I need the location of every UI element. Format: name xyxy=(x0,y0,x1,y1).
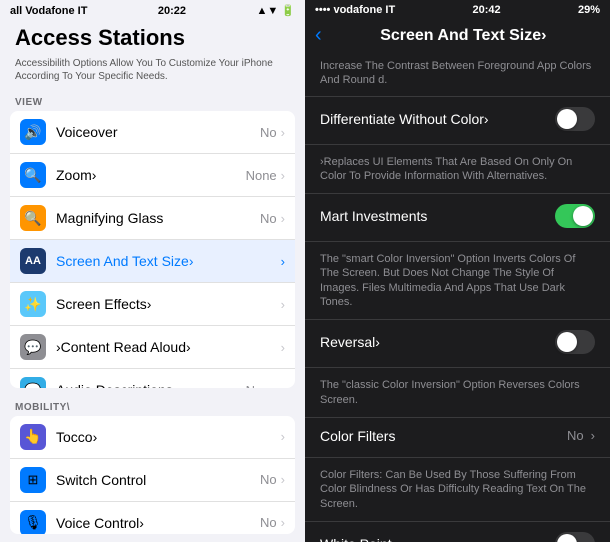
right-item-color-filters[interactable]: Color Filters No › xyxy=(305,418,610,458)
left-battery: ▲▼ 🔋 xyxy=(256,4,295,17)
right-item-reversal[interactable]: Reversal› xyxy=(305,320,610,368)
content-read-label: ›Content Read Aloud› xyxy=(56,339,281,355)
menu-item-screen-effects[interactable]: ✨ Screen Effects› › xyxy=(10,283,295,326)
zoom-value: None xyxy=(246,168,277,183)
right-battery: 29% xyxy=(578,4,600,16)
back-button[interactable]: ‹ xyxy=(315,24,322,47)
white-point-toggle[interactable] xyxy=(555,532,595,542)
voiceover-label: Voiceover xyxy=(56,124,260,140)
mobility-section-label: MOBILITY\ xyxy=(0,396,305,416)
color-filters-title: Color Filters xyxy=(320,428,395,444)
menu-item-content-read[interactable]: 💬 ›Content Read Aloud› › xyxy=(10,326,295,369)
screen-text-icon: AA xyxy=(20,248,46,274)
color-filters-desc-text: Color Filters: Can Be Used By Those Suff… xyxy=(320,468,595,511)
mart-desc-text: The "smart Color Inversion" Option Inver… xyxy=(320,252,595,309)
voiceover-icon: 🔊 xyxy=(20,119,46,145)
right-item-reversal-desc: The "classic Color Inversion" Option Rev… xyxy=(305,368,610,418)
content-read-icon: 💬 xyxy=(20,334,46,360)
right-item-diff-color-desc: ›Replaces UI Elements That Are Based On … xyxy=(305,145,610,195)
menu-item-voice-control[interactable]: 🎙 Voice Control› No › xyxy=(10,502,295,534)
right-status-bar: •••• vodafone IT 20:42 29% xyxy=(305,0,610,20)
right-time: 20:42 xyxy=(473,4,501,16)
voice-control-icon: 🎙 xyxy=(20,510,46,534)
right-item-diff-color[interactable]: Differentiate Without Color› xyxy=(305,97,610,145)
reversal-toggle[interactable] xyxy=(555,330,595,354)
screen-effects-label: Screen Effects› xyxy=(56,296,281,312)
screen-text-label: Screen And Text Size› xyxy=(56,253,281,269)
right-item-color-filters-desc: Color Filters: Can Be Used By Those Suff… xyxy=(305,458,610,522)
screen-text-chevron: › xyxy=(281,254,285,269)
white-point-knob xyxy=(557,534,577,542)
screen-effects-chevron: › xyxy=(281,297,285,312)
menu-item-screen-text[interactable]: AA Screen And Text Size› › xyxy=(10,240,295,283)
audio-desc-icon: 💬 xyxy=(20,377,46,388)
tocco-icon: 👆 xyxy=(20,424,46,450)
audio-desc-value: None xyxy=(246,383,277,388)
menu-item-magnifying[interactable]: 🔍 Magnifying Glass No › xyxy=(10,197,295,240)
voiceover-value: No xyxy=(260,125,277,140)
audio-desc-chevron: › xyxy=(281,383,285,388)
voice-control-value: No xyxy=(260,515,277,530)
diff-color-title: Differentiate Without Color› xyxy=(320,111,489,127)
right-carrier: •••• vodafone IT xyxy=(315,4,395,16)
white-point-title: White Point› xyxy=(320,536,396,542)
magnifying-label: Magnifying Glass xyxy=(56,210,260,226)
magnifying-chevron: › xyxy=(281,211,285,226)
tocco-chevron: › xyxy=(281,429,285,444)
menu-item-audio-desc[interactable]: 💬 Audio Descriptions› None › xyxy=(10,369,295,388)
left-status-bar: all Vodafone IT 20:22 ▲▼ 🔋 xyxy=(0,0,305,21)
diff-color-toggle[interactable] xyxy=(555,107,595,131)
switch-control-icon: ⊞ xyxy=(20,467,46,493)
menu-item-zoom[interactable]: 🔍 Zoom› None › xyxy=(10,154,295,197)
screen-effects-icon: ✨ xyxy=(20,291,46,317)
view-menu-group: 🔊 Voiceover No › 🔍 Zoom› None › 🔍 Magnif… xyxy=(10,111,295,388)
right-item-mart-desc: The "smart Color Inversion" Option Inver… xyxy=(305,242,610,320)
switch-control-value: No xyxy=(260,472,277,487)
audio-desc-label: Audio Descriptions› xyxy=(56,382,246,388)
reversal-knob xyxy=(557,332,577,352)
color-filters-value: No xyxy=(567,428,584,443)
zoom-icon: 🔍 xyxy=(20,162,46,188)
reversal-desc-text: The "classic Color Inversion" Option Rev… xyxy=(320,378,595,407)
left-carrier: all Vodafone IT xyxy=(10,5,87,17)
left-page-title: Access Stations xyxy=(0,21,305,53)
magnifying-icon: 🔍 xyxy=(20,205,46,231)
menu-item-voiceover[interactable]: 🔊 Voiceover No › xyxy=(10,111,295,154)
magnifying-value: No xyxy=(260,211,277,226)
reversal-title: Reversal› xyxy=(320,334,380,350)
zoom-label: Zoom› xyxy=(56,167,246,183)
zoom-chevron: › xyxy=(281,168,285,183)
view-section-label: VIEW xyxy=(0,91,305,111)
right-nav-bar: ‹ Screen And Text Size› xyxy=(305,20,610,53)
switch-control-chevron: › xyxy=(281,472,285,487)
diff-color-desc-text: ›Replaces UI Elements That Are Based On … xyxy=(320,155,595,184)
left-subtitle: Accessibilith Options Allow You To Custo… xyxy=(0,53,305,91)
content-read-chevron: › xyxy=(281,340,285,355)
voice-control-chevron: › xyxy=(281,515,285,530)
menu-item-tocco[interactable]: 👆 Tocco› › xyxy=(10,416,295,459)
mart-toggle[interactable] xyxy=(555,204,595,228)
left-panel: all Vodafone IT 20:22 ▲▼ 🔋 Access Statio… xyxy=(0,0,305,542)
top-desc-text: Increase The Contrast Between Foreground… xyxy=(320,59,595,88)
right-panel: •••• vodafone IT 20:42 29% ‹ Screen And … xyxy=(305,0,610,542)
tocco-label: Tocco› xyxy=(56,429,281,445)
mart-title: Mart Investments xyxy=(320,208,427,224)
right-item-white-point[interactable]: White Point› xyxy=(305,522,610,542)
right-content: Increase The Contrast Between Foreground… xyxy=(305,53,610,542)
mobility-menu-group: 👆 Tocco› › ⊞ Switch Control No › 🎙 Voice… xyxy=(10,416,295,534)
color-filters-chevron: › xyxy=(591,428,595,443)
voice-control-label: Voice Control› xyxy=(56,515,260,531)
menu-item-switch-control[interactable]: ⊞ Switch Control No › xyxy=(10,459,295,502)
diff-color-knob xyxy=(557,109,577,129)
right-page-title: Screen And Text Size› xyxy=(327,27,600,45)
switch-control-label: Switch Control xyxy=(56,472,260,488)
right-item-mart[interactable]: Mart Investments xyxy=(305,194,610,242)
mart-knob xyxy=(573,206,593,226)
top-partial-desc: Increase The Contrast Between Foreground… xyxy=(305,53,610,97)
voiceover-chevron: › xyxy=(281,125,285,140)
left-time: 20:22 xyxy=(158,5,186,17)
